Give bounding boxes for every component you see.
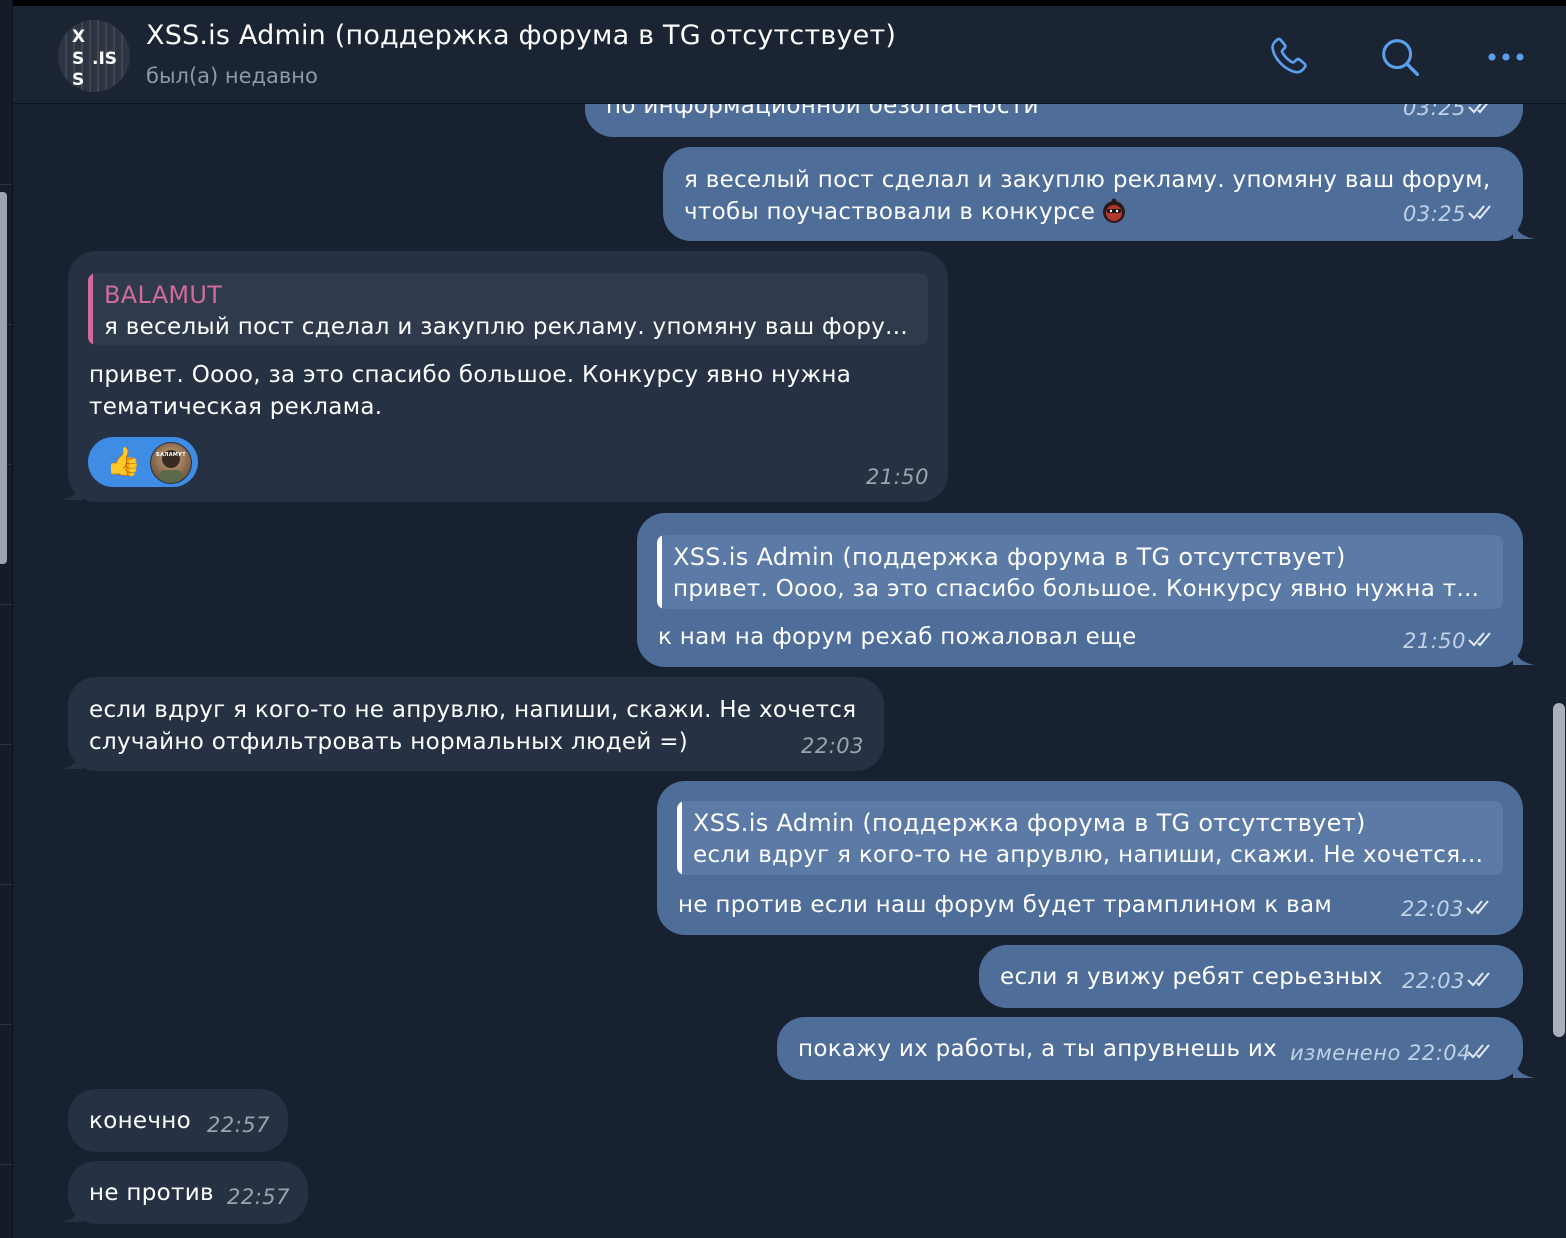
reply-author: XSS.is Admin (поддержка форума в TG отсу… bbox=[693, 809, 1366, 837]
message-time: изменено 22:04 bbox=[1290, 1041, 1472, 1065]
message-text: не против если наш форум будет трамплино… bbox=[678, 892, 1333, 918]
reply-text: я веселый пост сделал и закуплю рекламу.… bbox=[104, 314, 909, 340]
read-checks-icon bbox=[1466, 900, 1489, 915]
bubble-tail bbox=[1513, 215, 1535, 239]
message-time: 22:57 bbox=[207, 1113, 271, 1137]
more-dots-icon bbox=[1488, 53, 1524, 61]
chat-list-scrollbar[interactable] bbox=[0, 192, 7, 564]
reply-author: BALAMUT bbox=[104, 281, 223, 309]
read-checks-icon bbox=[1468, 632, 1491, 647]
edited-label: изменено bbox=[1290, 1041, 1401, 1065]
message-incoming[interactable]: конечно 22:57 bbox=[68, 1089, 288, 1152]
chat-status: был(а) недавно bbox=[146, 64, 318, 88]
divider bbox=[0, 604, 12, 605]
divider bbox=[0, 1164, 12, 1165]
divider bbox=[0, 1024, 12, 1025]
message-time: 22:03 bbox=[1402, 969, 1466, 993]
message-time: 03:25 bbox=[1403, 202, 1467, 226]
message-outgoing[interactable]: по информационной безопасности 03:25 bbox=[585, 104, 1523, 137]
search-icon bbox=[1382, 39, 1419, 76]
read-checks-icon bbox=[1468, 205, 1491, 220]
reply-bar bbox=[88, 273, 93, 345]
message-scrollbar[interactable] bbox=[1553, 703, 1565, 1037]
reactor-name: БАЛАМУТ bbox=[156, 452, 186, 458]
message-outgoing[interactable]: я веселый пост сделал и закуплю рекламу.… bbox=[663, 147, 1523, 241]
message-incoming[interactable]: если вдруг я кого-то не апрувлю, напиши,… bbox=[68, 677, 884, 771]
divider bbox=[0, 184, 12, 185]
message-text: покажу их работы, а ты апрувнешь их bbox=[798, 1036, 1278, 1062]
reply-preview[interactable]: BALAMUT я веселый пост сделал и закуплю … bbox=[88, 273, 928, 345]
reply-bar bbox=[677, 801, 682, 875]
message-text: тематическая реклама. bbox=[89, 394, 383, 420]
divider bbox=[0, 744, 12, 745]
search-button[interactable] bbox=[1375, 32, 1425, 82]
reactor-avatar: БАЛАМУТ bbox=[150, 442, 192, 484]
message-text: по информационной безопасности bbox=[606, 104, 1039, 119]
logo-s: S bbox=[72, 70, 84, 90]
message-text: если вдруг я кого-то не апрувлю, напиши,… bbox=[89, 697, 857, 723]
message-text: если я увижу ребят серьезных bbox=[1000, 964, 1383, 990]
reply-bar bbox=[657, 535, 662, 609]
reaction-chip[interactable]: 👍 БАЛАМУТ bbox=[88, 437, 198, 487]
reply-preview[interactable]: XSS.is Admin (поддержка форума в TG отсу… bbox=[657, 535, 1503, 609]
ninja-face-emoji-icon bbox=[1103, 198, 1126, 223]
call-button[interactable] bbox=[1263, 32, 1313, 82]
logo-is: .IS bbox=[92, 49, 117, 69]
reply-text: если вдруг я кого-то не апрувлю, напиши,… bbox=[693, 842, 1484, 868]
read-checks-icon bbox=[1467, 972, 1490, 987]
read-checks-icon bbox=[1467, 1044, 1490, 1059]
message-time: 22:03 bbox=[1401, 897, 1465, 921]
phone-icon bbox=[1271, 37, 1307, 74]
message-text: не против bbox=[89, 1180, 214, 1206]
message-text: чтобы поучаствовали в конкурсе bbox=[684, 196, 1127, 228]
message-outgoing[interactable]: если я увижу ребят серьезных 22:03 bbox=[979, 945, 1523, 1008]
chat-list-edge bbox=[0, 0, 13, 1238]
read-checks-icon bbox=[1468, 104, 1488, 114]
bubble-tail bbox=[60, 476, 82, 500]
divider bbox=[0, 884, 12, 885]
logo-s: S bbox=[72, 49, 84, 69]
thumbs-up-icon: 👍 bbox=[106, 445, 142, 478]
message-outgoing[interactable]: XSS.is Admin (поддержка форума в TG отсу… bbox=[637, 513, 1523, 667]
xss-logo-icon: X S S .IS bbox=[58, 20, 130, 92]
message-text: привет. Оооо, за это спасибо большое. Ко… bbox=[89, 362, 852, 388]
chat-avatar[interactable]: X S S .IS bbox=[58, 20, 130, 92]
reply-text: привет. Оооо, за это спасибо большое. Ко… bbox=[673, 576, 1480, 602]
reply-preview[interactable]: XSS.is Admin (поддержка форума в TG отсу… bbox=[677, 801, 1503, 875]
message-time: 22:03 bbox=[801, 734, 865, 758]
reply-author: XSS.is Admin (поддержка форума в TG отсу… bbox=[673, 543, 1346, 571]
telegram-window: X S S .IS XSS.is Admin (поддержка форума… bbox=[0, 0, 1566, 1238]
bubble-tail bbox=[1513, 1054, 1535, 1078]
logo-x: X bbox=[72, 27, 85, 47]
message-text: конечно bbox=[89, 1108, 191, 1134]
message-text: случайно отфильтровать нормальных людей … bbox=[89, 729, 689, 755]
message-incoming[interactable]: BALAMUT я веселый пост сделал и закуплю … bbox=[68, 251, 948, 502]
message-outgoing[interactable]: XSS.is Admin (поддержка форума в TG отсу… bbox=[657, 781, 1523, 935]
bubble-tail bbox=[1513, 641, 1535, 665]
bubble-tail bbox=[60, 1198, 82, 1222]
message-outgoing[interactable]: покажу их работы, а ты апрувнешь их изме… bbox=[777, 1017, 1523, 1080]
message-time: 21:50 bbox=[866, 465, 930, 489]
more-button[interactable] bbox=[1481, 32, 1531, 82]
message-list[interactable]: по информационной безопасности 03:25 я в… bbox=[13, 104, 1566, 1238]
message-time: 21:50 bbox=[1403, 629, 1467, 653]
message-time: 03:25 bbox=[1403, 104, 1467, 120]
message-text: к нам на форум рехаб пожаловал еще bbox=[658, 624, 1137, 650]
message-text: я веселый пост сделал и закуплю рекламу.… bbox=[684, 167, 1491, 193]
chat-header: X S S .IS XSS.is Admin (поддержка форума… bbox=[13, 0, 1566, 104]
bubble-tail bbox=[60, 745, 82, 769]
balamut-avatar-icon: БАЛАМУТ bbox=[156, 450, 186, 483]
message-time: 22:57 bbox=[227, 1185, 291, 1209]
message-incoming[interactable]: не против 22:57 bbox=[68, 1161, 308, 1224]
chat-title[interactable]: XSS.is Admin (поддержка форума в TG отсу… bbox=[146, 20, 896, 51]
